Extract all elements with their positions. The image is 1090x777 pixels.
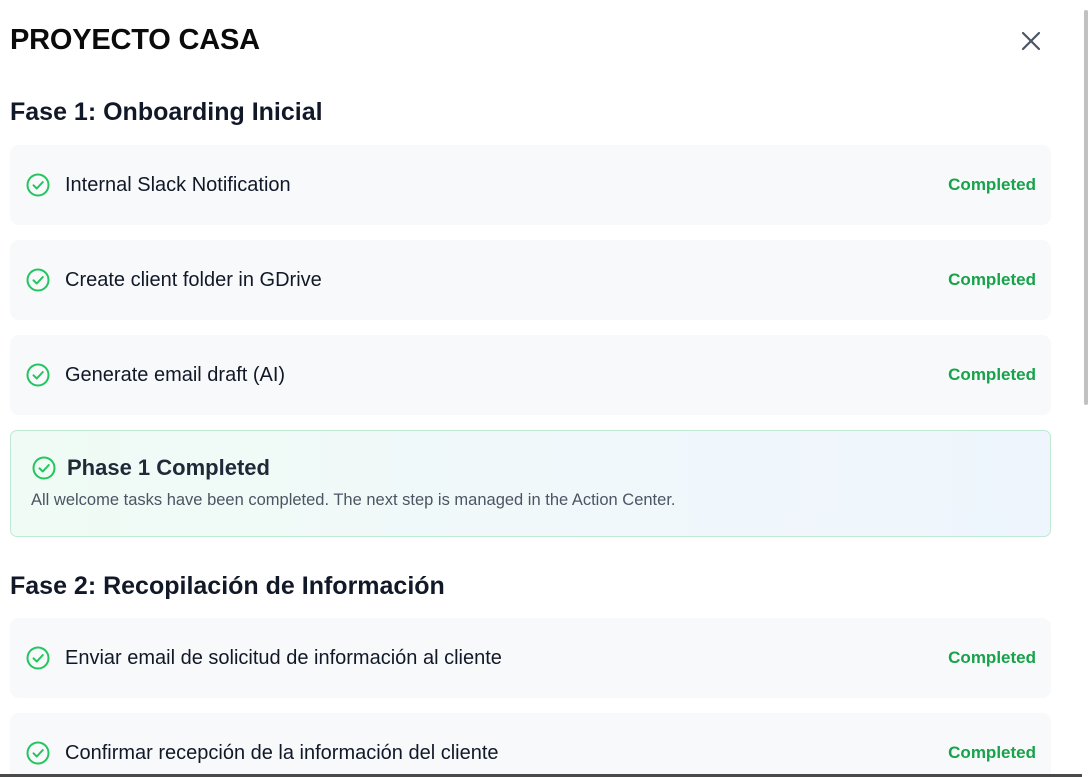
- banner-header: Phase 1 Completed: [31, 455, 1030, 481]
- check-circle-icon: [26, 268, 50, 292]
- task-label: Internal Slack Notification: [65, 173, 291, 196]
- close-icon: [1021, 31, 1041, 51]
- task-row[interactable]: Create client folder in GDrive Completed: [10, 240, 1051, 320]
- task-label: Create client folder in GDrive: [65, 268, 322, 291]
- modal-content: Fase 1: Onboarding Inicial Internal Slac…: [10, 96, 1051, 777]
- banner-description: All welcome tasks have been completed. T…: [31, 491, 676, 509]
- status-badge: Completed: [948, 648, 1036, 667]
- modal-title: PROYECTO CASA: [10, 24, 260, 56]
- task-row[interactable]: Generate email draft (AI) Completed: [10, 335, 1051, 415]
- task-row[interactable]: Confirmar recepción de la información de…: [10, 713, 1051, 777]
- phase-title: Fase 2: Recopilación de Información: [10, 572, 445, 600]
- phase-completed-banner: Phase 1 Completed All welcome tasks have…: [10, 430, 1051, 537]
- task-row[interactable]: Enviar email de solicitud de información…: [10, 618, 1051, 698]
- task-label: Generate email draft (AI): [65, 363, 286, 386]
- modal-header: PROYECTO CASA: [10, 22, 1050, 62]
- scrollbar[interactable]: [1082, 0, 1090, 777]
- banner-title: Phase 1 Completed: [67, 455, 270, 480]
- task-label: Confirmar recepción de la información de…: [65, 741, 499, 764]
- status-badge: Completed: [948, 175, 1036, 194]
- phase-title: Fase 1: Onboarding Inicial: [10, 98, 323, 126]
- status-badge: Completed: [948, 270, 1036, 289]
- task-row[interactable]: Internal Slack Notification Completed: [10, 145, 1051, 225]
- status-badge: Completed: [948, 365, 1036, 384]
- check-circle-icon: [26, 741, 50, 765]
- scrollbar-thumb[interactable]: [1084, 10, 1088, 405]
- task-label: Enviar email de solicitud de información…: [65, 646, 502, 669]
- close-button[interactable]: [1016, 26, 1046, 56]
- project-modal: PROYECTO CASA Fase 1: Onboarding Inicial…: [0, 0, 1090, 777]
- check-circle-icon: [32, 456, 56, 480]
- check-circle-icon: [26, 173, 50, 197]
- check-circle-icon: [26, 363, 50, 387]
- check-circle-icon: [26, 646, 50, 670]
- status-badge: Completed: [948, 743, 1036, 762]
